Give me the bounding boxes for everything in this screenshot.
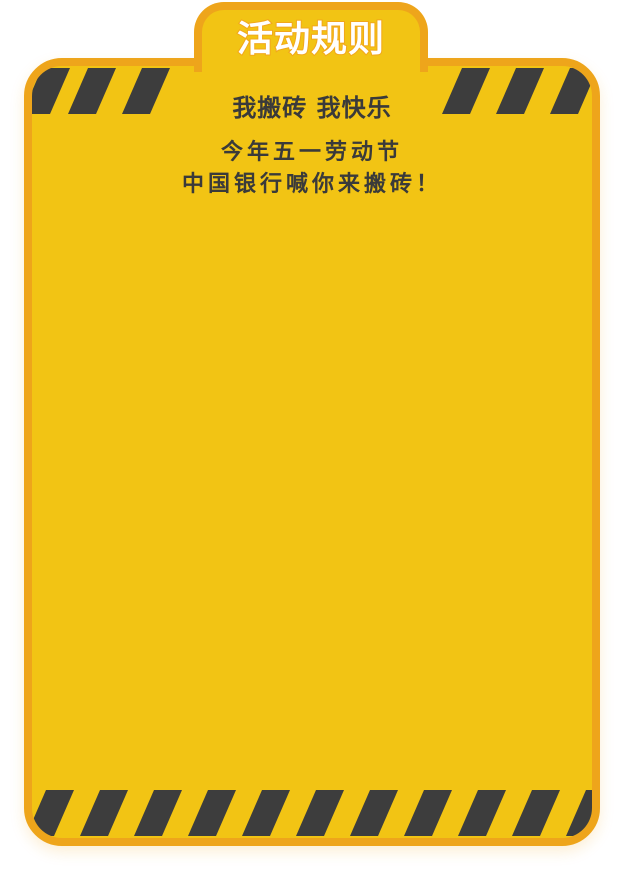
slogan: 我搬砖 我快乐 (232, 94, 392, 122)
page-title: 活动规则 (236, 18, 385, 61)
rules-line-2: 中国银行喊你来搬砖！ (181, 172, 442, 197)
hazard-stripes-bottom (32, 790, 592, 836)
rules-line-1: 今年五一劳动节 (220, 140, 403, 165)
rules-panel: 我搬砖 我快乐 今年五一劳动节 中国银行喊你来搬砖！ (24, 58, 600, 846)
